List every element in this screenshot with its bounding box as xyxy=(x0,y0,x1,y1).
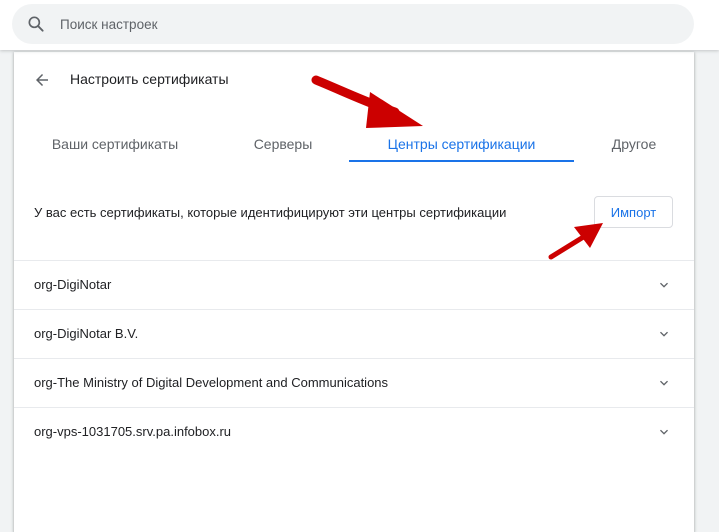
import-button[interactable]: Импорт xyxy=(594,196,673,228)
top-bar xyxy=(0,0,719,50)
certificate-name: org-The Ministry of Digital Development … xyxy=(34,375,389,390)
tab-your-certificates[interactable]: Ваши сертификаты xyxy=(34,124,196,164)
tab-servers[interactable]: Серверы xyxy=(210,124,356,164)
page-header: Настроить сертификаты xyxy=(14,52,694,108)
search-input[interactable] xyxy=(60,4,660,44)
back-button[interactable] xyxy=(30,68,54,92)
authorities-description-row: У вас есть сертификаты, которые идентифи… xyxy=(14,192,694,232)
tab-authorities[interactable]: Центры сертификации xyxy=(349,124,574,164)
chevron-down-icon[interactable] xyxy=(656,277,672,293)
search-icon xyxy=(28,16,44,32)
page-title: Настроить сертификаты xyxy=(70,71,229,87)
chevron-down-icon[interactable] xyxy=(656,326,672,342)
search-box[interactable] xyxy=(12,4,694,44)
certificate-list: org-DigiNotar org-DigiNotar B.V. org-The… xyxy=(14,260,694,456)
chevron-down-icon[interactable] xyxy=(656,424,672,440)
list-item[interactable]: org-DigiNotar B.V. xyxy=(14,309,694,358)
certificate-name: org-vps-1031705.srv.pa.infobox.ru xyxy=(34,424,232,439)
authorities-description: У вас есть сертификаты, которые идентифи… xyxy=(34,205,507,220)
list-item[interactable]: org-DigiNotar xyxy=(14,260,694,309)
list-item[interactable]: org-The Ministry of Digital Development … xyxy=(14,358,694,407)
list-item[interactable]: org-vps-1031705.srv.pa.infobox.ru xyxy=(14,407,694,456)
arrow-back-icon xyxy=(36,74,48,86)
certificate-name: org-DigiNotar xyxy=(34,277,112,292)
tab-other[interactable]: Другое xyxy=(590,124,678,164)
certificate-name: org-DigiNotar B.V. xyxy=(34,326,139,341)
tab-strip: Ваши сертификаты Серверы Центры сертифик… xyxy=(14,124,694,164)
chevron-down-icon[interactable] xyxy=(656,375,672,391)
certificates-card: Настроить сертификаты Ваши сертификаты С… xyxy=(14,52,694,532)
